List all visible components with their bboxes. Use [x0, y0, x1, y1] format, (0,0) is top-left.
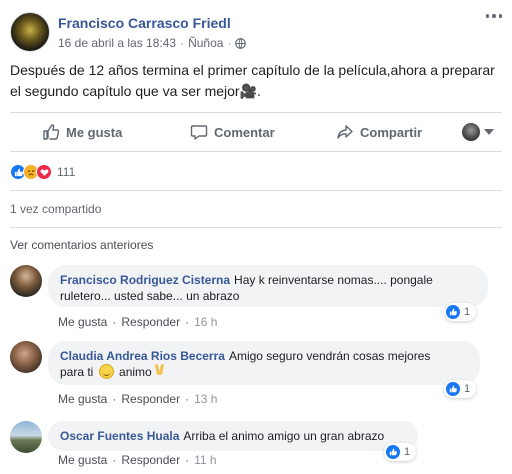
like-reaction-icon	[446, 305, 460, 319]
comment-actions: Me gusta · Responder · 11 h	[58, 453, 217, 467]
share-button-label: Compartir	[360, 124, 423, 140]
divider	[10, 190, 502, 191]
action-separator: ·	[112, 453, 117, 467]
post-header: Francisco Carrasco Friedl 16 de abril a …	[10, 12, 502, 56]
comment-bubble: Claudia Andrea Rios Becerra Amigo seguro …	[48, 341, 480, 385]
reactions-summary[interactable]: 111	[10, 163, 75, 181]
comment-reply-link[interactable]: Responder	[121, 392, 180, 406]
comment-time[interactable]: 16 h	[194, 315, 217, 329]
share-icon	[337, 125, 353, 139]
like-reaction-icon	[386, 445, 400, 459]
post-as-selector[interactable]	[462, 123, 494, 141]
comment-reaction-badge[interactable]: 1	[444, 380, 477, 398]
comment-reaction-count: 1	[464, 306, 471, 318]
author-name[interactable]: Francisco Carrasco Friedl	[58, 15, 231, 31]
commenter-avatar[interactable]	[10, 341, 42, 373]
comment-text-line2a: para ti	[60, 365, 94, 379]
post-text-line1: Después de 12 años termina el primer cap…	[10, 62, 495, 78]
comment-author[interactable]: Francisco Rodriguez Cisterna	[60, 273, 230, 287]
post-text: Después de 12 años termina el primer cap…	[10, 60, 502, 102]
comment-actions: Me gusta · Responder · 16 h	[58, 315, 217, 329]
globe-icon[interactable]	[235, 37, 247, 49]
comment-reply-link[interactable]: Responder	[121, 315, 180, 329]
action-separator: ·	[112, 315, 117, 329]
current-user-avatar	[462, 123, 480, 141]
meta-separator: ·	[180, 36, 185, 50]
author-avatar[interactable]	[10, 12, 50, 52]
comment-icon	[190, 125, 208, 140]
love-reaction-icon	[36, 164, 52, 180]
comment-text-line1: Hay k reinventarse nomas.... pongale	[234, 273, 433, 287]
comment-bubble: Francisco Rodriguez Cisterna Hay k reinve…	[48, 265, 488, 307]
comment: Francisco Rodriguez Cisterna Hay k reinve…	[10, 265, 502, 331]
comment-author[interactable]: Oscar Fuentes Huala	[60, 429, 179, 443]
comment: Oscar Fuentes Huala Arriba el animo amigo…	[10, 421, 502, 471]
comment-reply-link[interactable]: Responder	[121, 453, 180, 467]
share-button[interactable]: Compartir	[336, 113, 422, 151]
comment-like-link[interactable]: Me gusta	[58, 453, 107, 467]
post-meta: 16 de abril a las 18:43 · Ñuñoa ·	[58, 36, 247, 50]
comment-like-link[interactable]: Me gusta	[58, 392, 107, 406]
comment-reaction-count: 1	[404, 446, 411, 458]
action-separator: ·	[185, 392, 190, 406]
share-count-link[interactable]: 1 vez compartido	[10, 202, 101, 216]
like-reaction-icon	[446, 382, 460, 396]
comment-text-line1: Amigo seguro vendrán cosas mejores	[228, 349, 431, 363]
post-action-bar: Me gusta Comentar Compartir	[10, 112, 502, 152]
post-text-line2: el segundo capítulo que va ser mejor🎥.	[10, 81, 502, 102]
reaction-count: 111	[57, 165, 76, 179]
post-location[interactable]: Ñuñoa	[188, 36, 223, 50]
comment-button-label: Comentar	[214, 124, 275, 140]
action-separator: ·	[185, 315, 190, 329]
comment-like-link[interactable]: Me gusta	[58, 315, 107, 329]
commenter-avatar[interactable]	[10, 421, 42, 453]
like-button-label: Me gusta	[66, 124, 123, 140]
comment-text-line2b: animo	[119, 365, 152, 379]
comment-reaction-badge[interactable]: 1	[444, 303, 477, 321]
comment-button[interactable]: Comentar	[190, 113, 275, 151]
smile-emoji-icon	[98, 364, 114, 379]
meta-separator-2: ·	[227, 36, 232, 50]
post-date[interactable]: 16 de abril a las 18:43	[58, 36, 176, 50]
more-options-icon[interactable]	[486, 14, 502, 20]
comment-reaction-count: 1	[464, 383, 471, 395]
post-text-line2-content: el segundo capítulo que va ser mejor	[10, 83, 240, 99]
post-text-end: .	[257, 83, 261, 99]
victory-hand-icon	[155, 364, 165, 379]
comment: Claudia Andrea Rios Becerra Amigo seguro …	[10, 341, 502, 409]
comment-author[interactable]: Claudia Andrea Rios Becerra	[60, 349, 225, 363]
chevron-down-icon	[484, 129, 494, 135]
comment-actions: Me gusta · Responder · 13 h	[58, 392, 217, 406]
like-button[interactable]: Me gusta	[42, 113, 122, 151]
thumbs-up-icon	[43, 124, 60, 140]
divider	[10, 227, 502, 228]
comment-time[interactable]: 13 h	[194, 392, 217, 406]
comment-reaction-badge[interactable]: 1	[384, 443, 417, 461]
action-separator: ·	[112, 392, 117, 406]
action-separator: ·	[185, 453, 190, 467]
comment-bubble: Oscar Fuentes Huala Arriba el animo amigo…	[48, 421, 418, 451]
comment-text-line2: ruletero... usted sabe... un abrazo	[60, 289, 240, 303]
commenter-avatar[interactable]	[10, 265, 42, 297]
movie-camera-emoji: 🎥	[239, 83, 258, 99]
view-previous-comments-link[interactable]: Ver comentarios anteriores	[10, 238, 153, 252]
comment-time[interactable]: 11 h	[194, 453, 216, 467]
comment-text: Arriba el animo amigo un gran abrazo	[183, 429, 385, 443]
